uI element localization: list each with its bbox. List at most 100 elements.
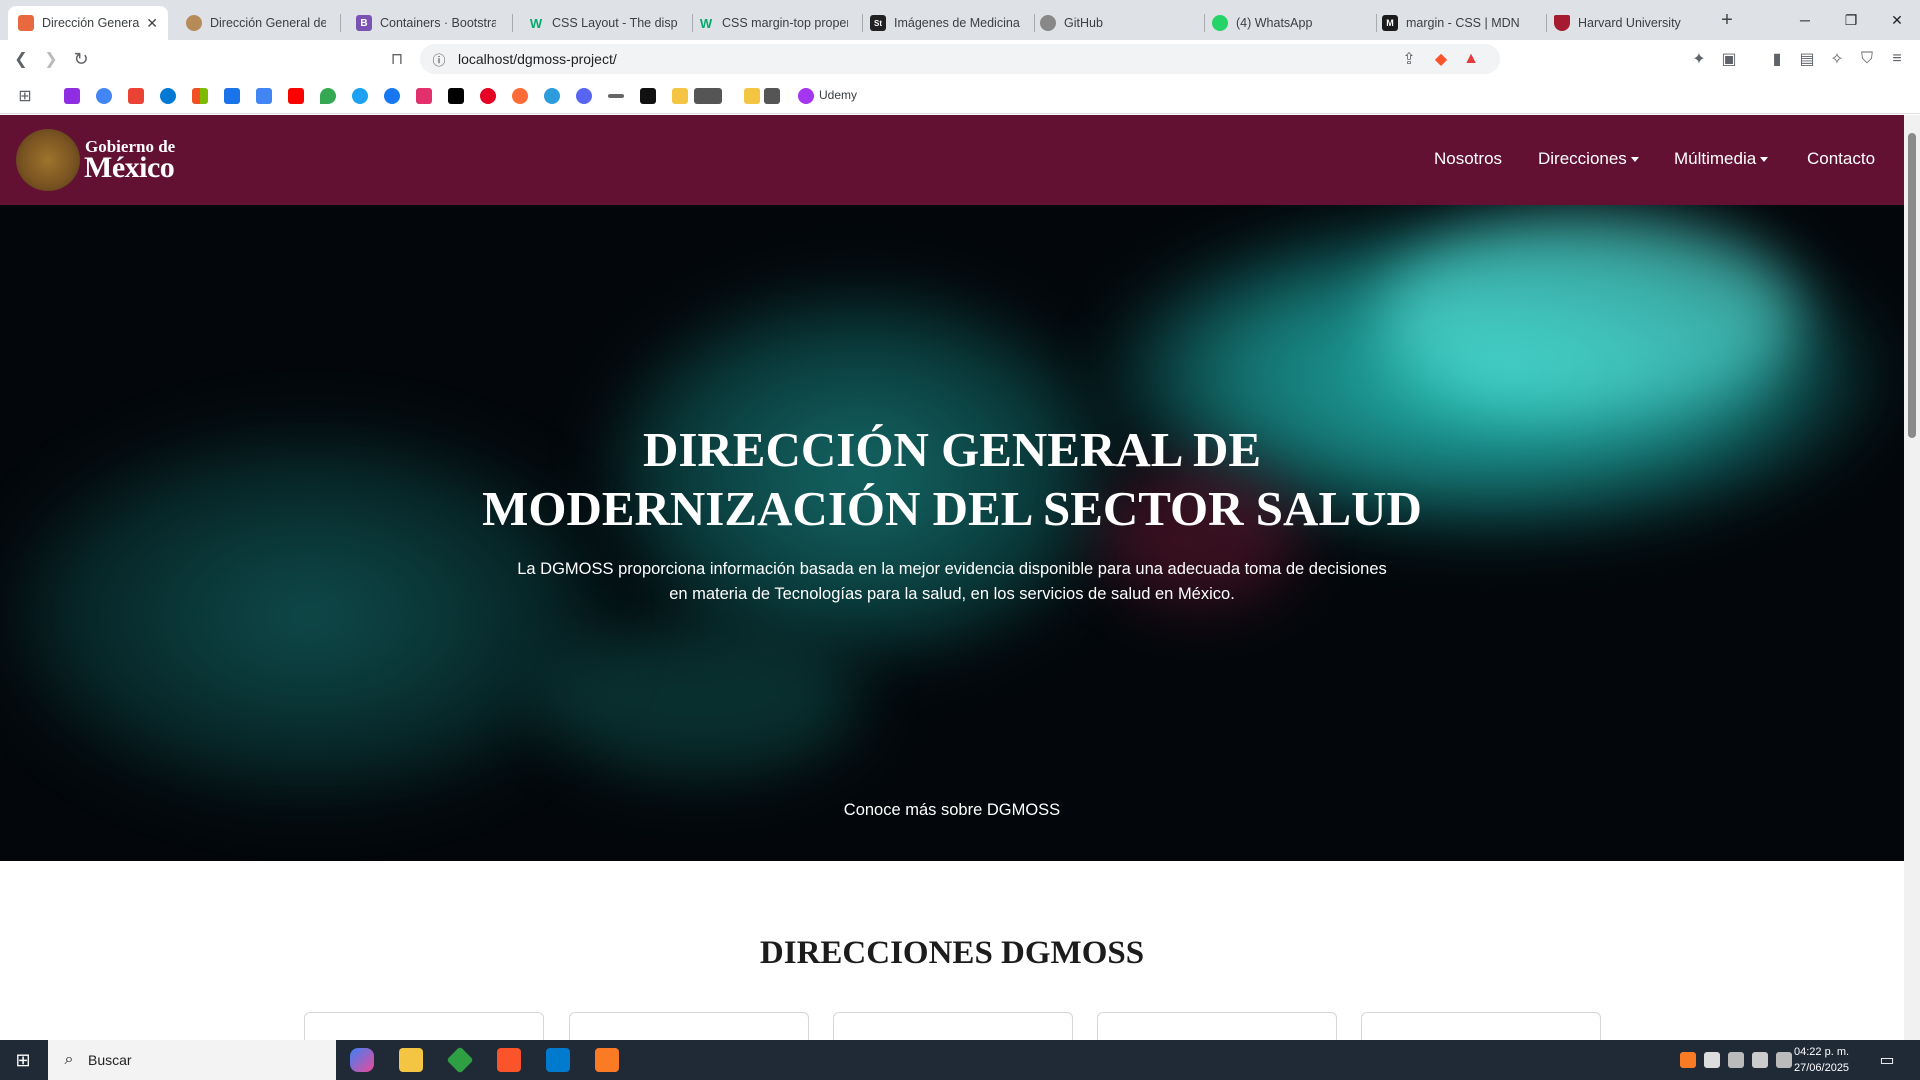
tab-title: margin - CSS | MDN: [1406, 16, 1520, 30]
browser-tab[interactable]: M margin - CSS | MDN: [1372, 6, 1542, 40]
nav-multimedia-dropdown[interactable]: Múltimedia: [1674, 149, 1769, 169]
sidebar-icon[interactable]: ▮: [1766, 48, 1788, 70]
volume-muted-icon[interactable]: [1776, 1052, 1792, 1068]
w3schools-favicon-icon: W: [529, 15, 543, 31]
hero-learn-more-link[interactable]: Conoce más sobre DGMOSS: [752, 801, 1152, 820]
browser-tab[interactable]: B Containers · Bootstrap: [346, 6, 506, 40]
site-info-icon[interactable]: ⓘ: [428, 48, 450, 70]
site-favicon-icon: [186, 15, 202, 31]
tab-divider: [340, 14, 341, 32]
nav-direcciones-dropdown[interactable]: Direcciones: [1538, 149, 1639, 169]
maps-icon[interactable]: [320, 88, 336, 104]
scrollbar-thumb[interactable]: [1908, 133, 1916, 438]
minimize-window-button[interactable]: ─: [1782, 0, 1828, 40]
nav-direcciones-label: Direcciones: [1538, 149, 1627, 168]
taskbar-search-box[interactable]: ⌕ Buscar: [48, 1040, 336, 1080]
browser-tab-strip: Dirección General ✕ Dirección General de…: [0, 0, 1920, 40]
xampp-icon[interactable]: [595, 1048, 619, 1072]
forward-arrow-icon[interactable]: ❯: [40, 48, 62, 70]
hero-title: DIRECCIÓN GENERAL DE MODERNIZACIÓN DEL S…: [352, 420, 1552, 538]
nav-nosotros-link[interactable]: Nosotros: [1434, 149, 1502, 169]
microsoft-icon[interactable]: [192, 88, 208, 104]
harvard-shield-icon: [1554, 15, 1570, 31]
tab-search-icon[interactable]: ▣: [1718, 48, 1740, 70]
notifications-icon[interactable]: ▭: [1876, 1049, 1898, 1071]
nav-contacto-link[interactable]: Contacto: [1807, 149, 1875, 169]
google-icon[interactable]: [96, 88, 112, 104]
restore-window-button[interactable]: ❐: [1828, 0, 1874, 40]
page-scrollbar[interactable]: [1904, 115, 1920, 1040]
bookmark-icon[interactable]: [512, 88, 528, 104]
vpn-shield-icon[interactable]: ⛉: [1856, 48, 1878, 70]
onedrive-icon[interactable]: [160, 88, 176, 104]
browser-tab[interactable]: St Imágenes de Medicina: [860, 6, 1030, 40]
twitter-icon[interactable]: [352, 88, 368, 104]
browser-toolbar: ❮ ❯ ↻ ⊓ ⓘ localhost/dgmoss-project/ ⇪ ◆ …: [0, 40, 1920, 78]
close-window-button[interactable]: ✕: [1874, 0, 1920, 40]
browser-tab[interactable]: W CSS margin-top proper: [688, 6, 858, 40]
clock-time: 04:22 p. m.: [1794, 1046, 1850, 1058]
folder-icon[interactable]: [694, 88, 722, 104]
browser-tab[interactable]: W CSS Layout - The displ: [518, 6, 688, 40]
menu-icon[interactable]: ≡: [1886, 48, 1908, 70]
browser-tab-active[interactable]: Dirección General ✕: [8, 6, 168, 40]
folder-icon[interactable]: [672, 88, 688, 104]
gmail-icon[interactable]: [128, 88, 144, 104]
facebook-icon[interactable]: [384, 88, 400, 104]
git-icon[interactable]: [446, 1046, 474, 1074]
address-bar[interactable]: ⓘ localhost/dgmoss-project/ ⇪ ◆ ▲: [420, 44, 1500, 74]
calendar-icon[interactable]: [224, 88, 240, 104]
wallet-icon[interactable]: ▤: [1796, 48, 1818, 70]
extensions-icon[interactable]: ✦: [1688, 48, 1710, 70]
logo-line2[interactable]: México: [84, 151, 175, 185]
browser-tab[interactable]: Dirección General de M: [176, 6, 336, 40]
tray-icon[interactable]: [1704, 1052, 1720, 1068]
tab-title: CSS Layout - The displ: [552, 16, 678, 30]
brave-browser-icon[interactable]: [497, 1048, 521, 1072]
folder-icon[interactable]: [744, 88, 760, 104]
w3schools-favicon-icon: W: [699, 15, 713, 31]
leo-ai-icon[interactable]: ✧: [1826, 48, 1848, 70]
back-arrow-icon[interactable]: ❮: [10, 48, 32, 70]
vscode-icon[interactable]: [546, 1048, 570, 1072]
file-explorer-icon[interactable]: [399, 1048, 423, 1072]
taskbar-clock[interactable]: 04:22 p. m. 27/06/2025: [1794, 1044, 1849, 1076]
brave-rewards-icon[interactable]: ▲: [1460, 48, 1482, 70]
new-tab-button[interactable]: +: [1716, 9, 1738, 31]
nav-multimedia-label: Múltimedia: [1674, 149, 1757, 168]
mexico-seal-logo[interactable]: [16, 129, 80, 191]
bookmark-icon[interactable]: [640, 88, 656, 104]
tiktok-icon[interactable]: [448, 88, 464, 104]
tab-title: CSS margin-top proper: [722, 16, 848, 30]
tray-icon[interactable]: [1728, 1052, 1744, 1068]
apps-grid-icon[interactable]: ⊞: [14, 85, 36, 107]
windows-start-icon[interactable]: ⊞: [12, 1049, 34, 1071]
browser-tab[interactable]: Harvard University: [1544, 6, 1714, 40]
hero-title-line1: DIRECCIÓN GENERAL DE: [642, 422, 1262, 477]
bookmark-icon[interactable]: [764, 88, 780, 104]
browser-tab[interactable]: GitHub: [1030, 6, 1200, 40]
translate-icon[interactable]: [256, 88, 272, 104]
pinterest-icon[interactable]: [480, 88, 496, 104]
youtube-icon[interactable]: [288, 88, 304, 104]
copilot-icon[interactable]: [350, 1048, 374, 1072]
discord-icon[interactable]: [576, 88, 592, 104]
tab-title: Dirección General: [42, 16, 141, 30]
bookmark-page-icon[interactable]: ⊓: [386, 48, 408, 70]
udemy-icon[interactable]: [798, 88, 814, 104]
brave-shields-icon[interactable]: ◆: [1430, 48, 1452, 70]
hero-description-line1: La DGMOSS proporciona información basada…: [517, 560, 1387, 578]
reload-icon[interactable]: ↻: [70, 48, 92, 70]
instagram-icon[interactable]: [416, 88, 432, 104]
network-icon[interactable]: [1752, 1052, 1768, 1068]
bookmark-udemy-label[interactable]: Udemy: [819, 88, 857, 102]
hero-section: DIRECCIÓN GENERAL DE MODERNIZACIÓN DEL S…: [0, 205, 1904, 861]
bookmark-icon[interactable]: [544, 88, 560, 104]
close-tab-icon[interactable]: ✕: [146, 15, 158, 32]
browser-tab[interactable]: (4) WhatsApp: [1202, 6, 1372, 40]
bookmarks-bar: ⊞: [0, 78, 1920, 114]
bookmark-icon[interactable]: [64, 88, 80, 104]
xampp-tray-icon[interactable]: [1680, 1052, 1696, 1068]
share-icon[interactable]: ⇪: [1398, 48, 1420, 70]
bookmark-icon[interactable]: [608, 94, 624, 98]
